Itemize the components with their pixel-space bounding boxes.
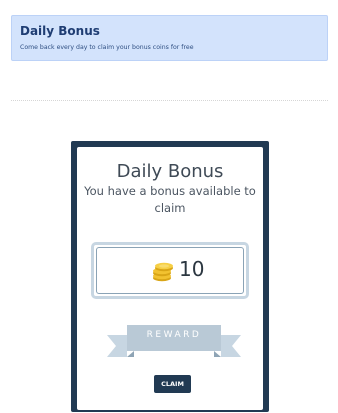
reward-ribbon-icon <box>107 325 241 357</box>
claim-button[interactable]: CLAIM <box>154 375 191 393</box>
banner-subtitle: Come back every day to claim your bonus … <box>20 44 194 51</box>
bonus-display: 10 <box>91 242 249 299</box>
daily-bonus-card: Daily Bonus You have a bonus available t… <box>71 141 269 412</box>
banner-title: Daily Bonus <box>20 24 100 38</box>
bonus-amount: 10 <box>179 257 205 281</box>
divider <box>11 100 328 101</box>
coins-icon <box>153 262 173 282</box>
ribbon-label: REWARD <box>146 330 202 340</box>
bonus-message: You have a bonus available to claim <box>84 184 256 215</box>
card-body: Daily Bonus You have a bonus available t… <box>77 147 263 410</box>
card-title: Daily Bonus <box>116 161 224 182</box>
info-banner: Daily Bonus Come back every day to claim… <box>11 15 328 61</box>
